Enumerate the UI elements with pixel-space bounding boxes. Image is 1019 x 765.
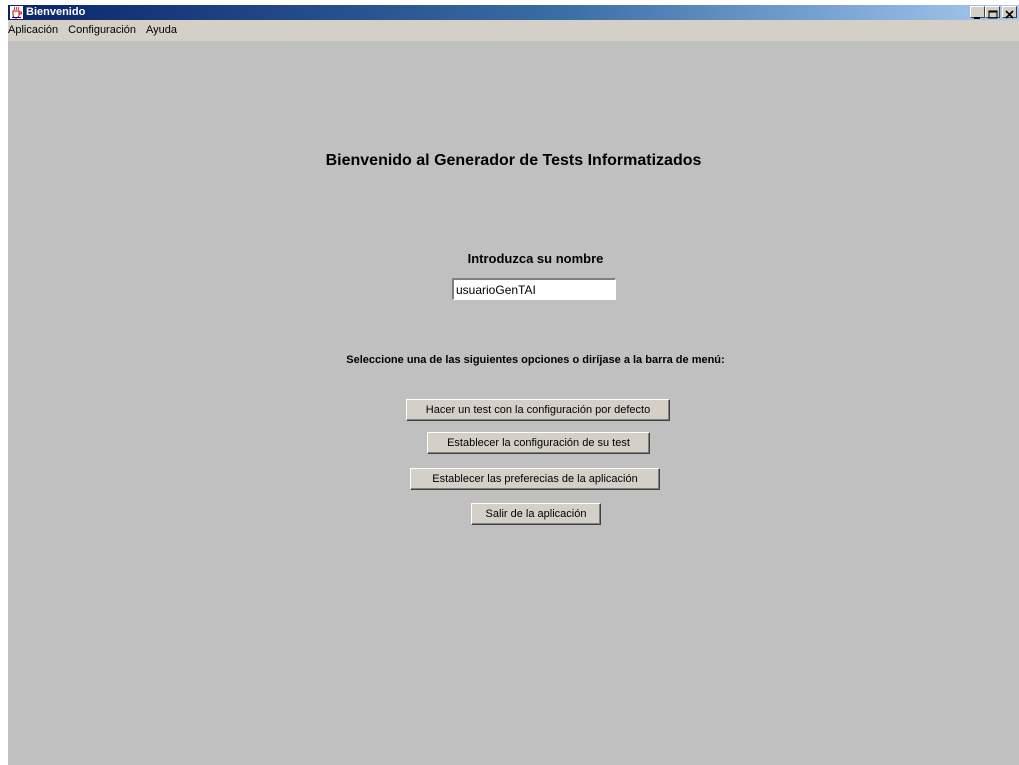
close-icon (1005, 10, 1014, 19)
menu-ayuda[interactable]: Ayuda (141, 21, 182, 40)
name-input[interactable] (452, 278, 616, 300)
title-bar[interactable]: Bienvenido (8, 5, 1019, 20)
options-instructions: Seleccione una de las siguientes opcione… (346, 354, 725, 366)
java-coffee-cup-icon (10, 6, 23, 19)
maximize-icon (988, 10, 998, 19)
exit-button[interactable]: Salir de la aplicación (471, 503, 601, 525)
minimize-icon (974, 17, 980, 19)
close-button[interactable] (1002, 6, 1017, 19)
welcome-title: Bienvenido al Generador de Tests Informa… (325, 152, 702, 169)
configure-test-button[interactable]: Establecer la configuración de su test (427, 432, 650, 454)
menu-bar: Aplicación Configuración Ayuda (8, 20, 1019, 41)
window-title: Bienvenido (26, 6, 86, 18)
menu-configuracion[interactable]: Configuración (63, 21, 141, 40)
minimize-button[interactable] (970, 6, 985, 19)
maximize-button[interactable] (985, 6, 1000, 19)
menu-aplicacion[interactable]: Aplicación (8, 21, 63, 40)
window-controls (970, 6, 1017, 19)
name-label: Introduzca su nombre (467, 251, 604, 266)
app-window: Bienvenido Aplicación Configuración Ayud… (8, 5, 1019, 765)
app-preferences-button[interactable]: Establecer las preferecias de la aplicac… (410, 468, 660, 490)
default-test-button[interactable]: Hacer un test con la configuración por d… (406, 399, 670, 421)
main-panel: Bienvenido al Generador de Tests Informa… (8, 41, 1019, 765)
